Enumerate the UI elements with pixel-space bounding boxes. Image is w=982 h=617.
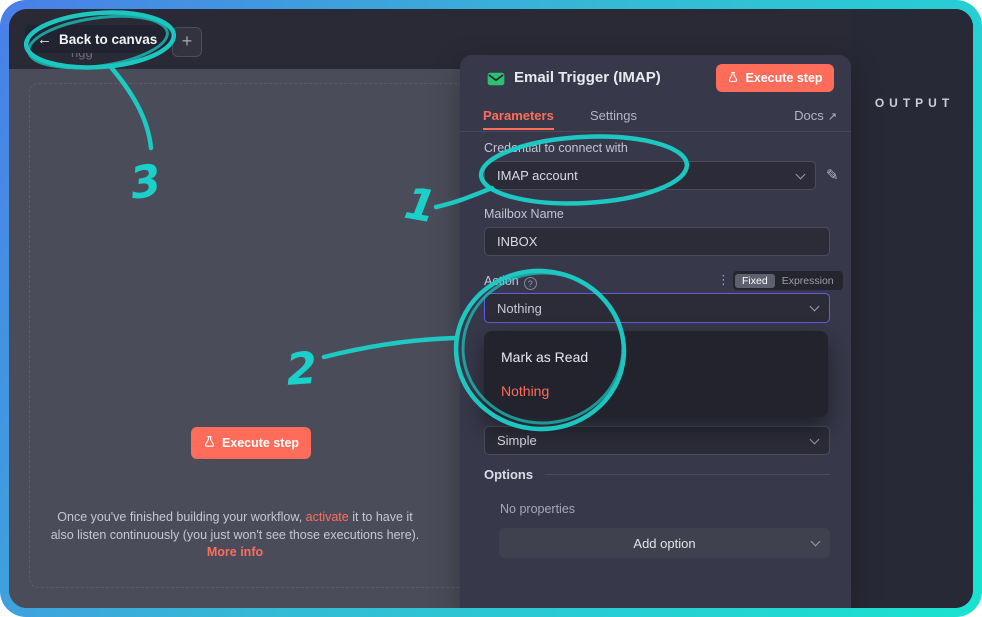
value-mode-toggle: Fixed Expression [733,271,843,290]
help-icon[interactable]: ? [524,277,537,290]
flask-icon [203,435,216,451]
email-node-icon [486,69,506,94]
action-label-text: Action [484,274,519,288]
format-value: Simple [497,433,537,448]
mode-fixed-button[interactable]: Fixed [735,274,775,288]
back-to-canvas-label: Back to canvas [59,32,157,47]
action-value: Nothing [497,301,542,316]
action-dropdown-menu: Mark as Read Nothing [484,331,828,417]
output-panel: OUTPUT [851,9,973,608]
add-node-button[interactable]: + [172,27,202,57]
panel-execute-step-button[interactable]: Execute step [716,64,834,92]
external-link-icon: ↗ [828,111,837,123]
hint-text: Once you've finished building your workf… [57,510,305,524]
kebab-menu-icon[interactable]: ⋮ [717,272,730,288]
chevron-down-icon [810,302,820,312]
more-info-link[interactable]: More info [15,544,455,562]
back-to-canvas-button[interactable]: ← Back to canvas [25,25,169,53]
n8n-window: rigg ← Back to canvas + OUTPUT Execute s… [9,9,973,608]
canvas-execute-step-button[interactable]: Execute step [191,427,311,459]
edit-credential-icon[interactable]: ✎ [826,166,839,184]
panel-execute-step-label: Execute step [745,71,822,85]
divider [545,474,830,475]
activate-link[interactable]: activate [306,510,349,524]
format-select[interactable]: Simple [484,426,830,455]
tab-settings[interactable]: Settings [590,101,637,130]
back-arrow-icon: ← [37,31,52,48]
add-option-label: Add option [633,536,695,551]
options-title: Options [484,467,533,482]
activation-hint: Once you've finished building your workf… [15,509,455,562]
app-frame: rigg ← Back to canvas + OUTPUT Execute s… [0,0,982,617]
output-label: OUTPUT [851,96,973,110]
mailbox-label: Mailbox Name [484,207,564,221]
hint-text: it to have it [349,510,413,524]
chevron-down-icon [796,169,806,179]
credential-value: IMAP account [497,168,578,183]
node-settings-panel: Email Trigger (IMAP) Execute step Parame… [460,55,851,608]
canvas-execute-step-label: Execute step [222,436,299,450]
add-option-button[interactable]: Add option [499,528,830,558]
chevron-down-icon [810,434,820,444]
docs-link[interactable]: Docs ↗ [794,101,837,130]
credential-label: Credential to connect with [484,141,628,155]
menu-item-mark-as-read[interactable]: Mark as Read [484,344,828,370]
action-label: Action? [484,274,537,290]
panel-tabs: Parameters Settings Docs ↗ [460,101,851,132]
activation-hint-line1: Once you've finished building your workf… [15,509,455,527]
menu-item-nothing[interactable]: Nothing [484,378,828,404]
node-title: Email Trigger (IMAP) [514,69,661,86]
action-select[interactable]: Nothing [484,293,830,323]
credential-select[interactable]: IMAP account [484,161,816,190]
chevron-down-icon [811,537,821,547]
mailbox-input[interactable] [484,227,830,256]
tab-parameters[interactable]: Parameters [483,101,554,130]
flask-icon [727,71,739,86]
options-section-header: Options [484,467,830,482]
no-properties-text: No properties [500,502,575,516]
mode-expression-button[interactable]: Expression [775,274,841,288]
activation-hint-line2: also listen continuously (you just won't… [15,527,455,545]
docs-label: Docs [794,108,824,123]
trigger-canvas: Execute step Once you've finished buildi… [9,69,460,608]
